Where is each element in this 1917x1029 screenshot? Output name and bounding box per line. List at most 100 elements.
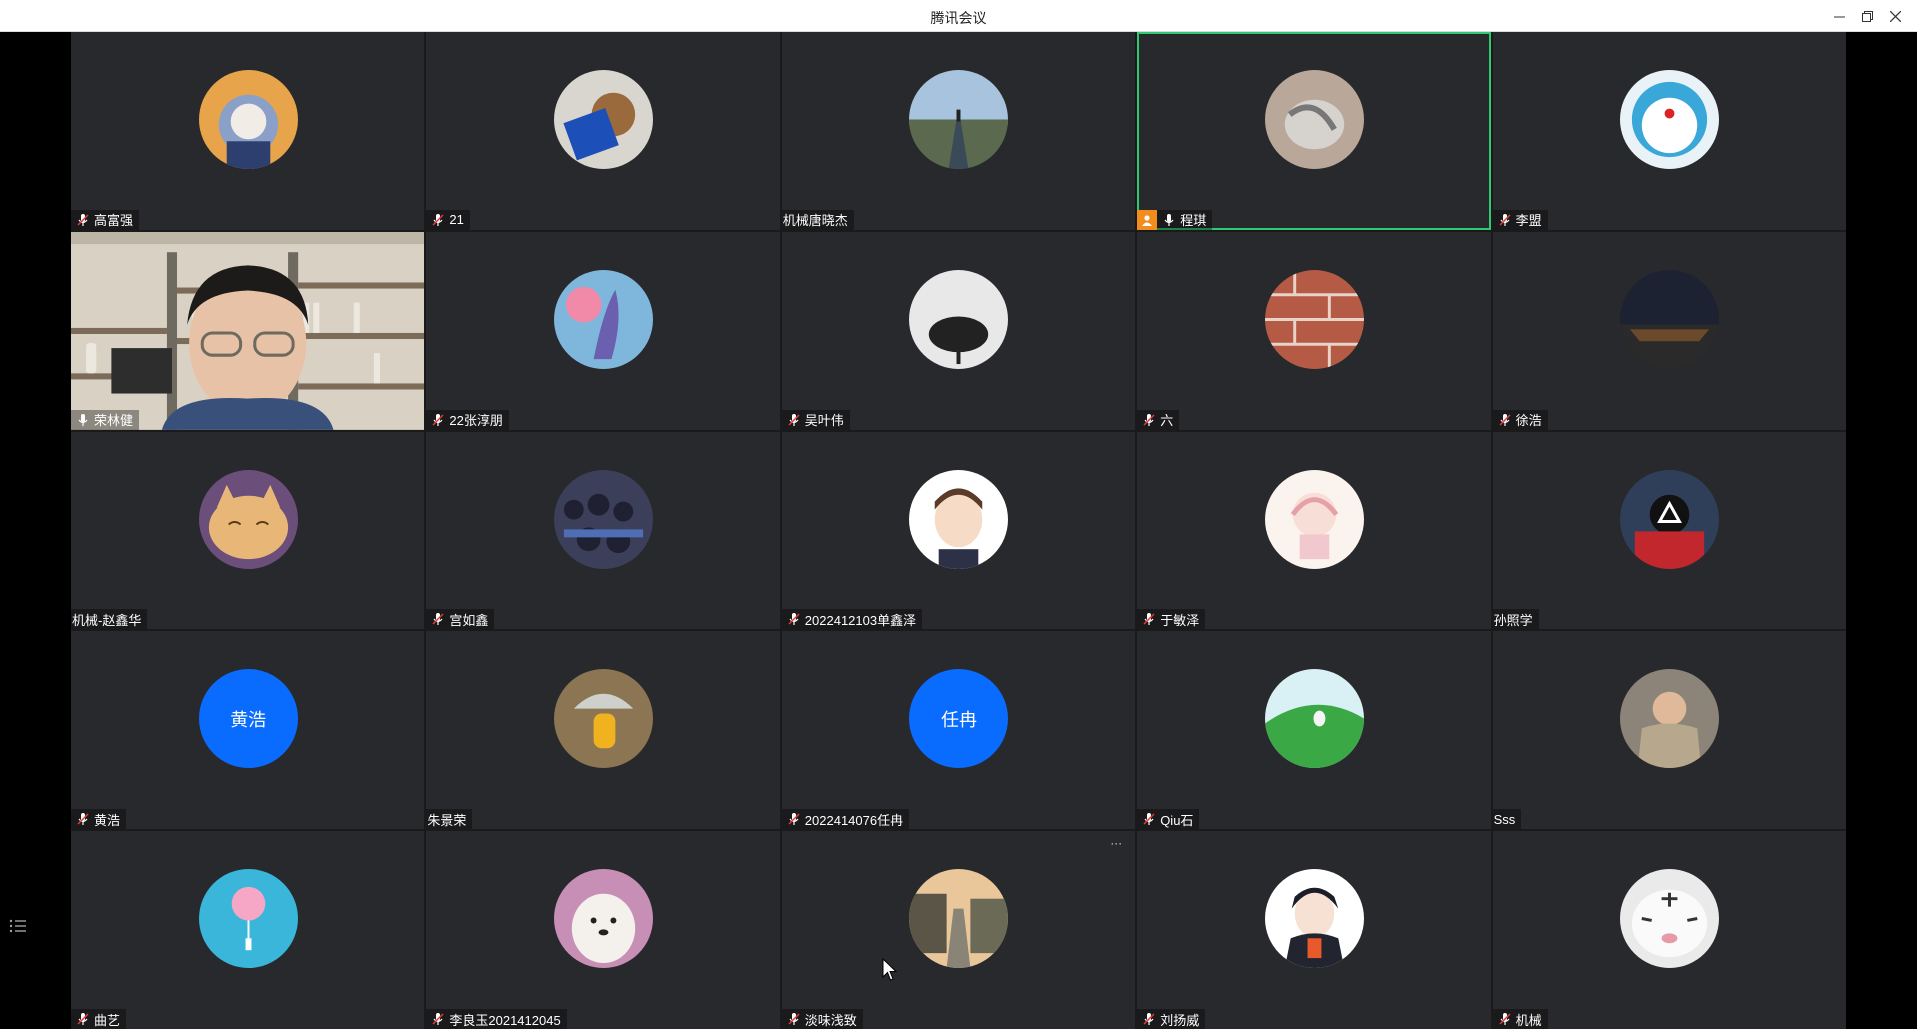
participant-name-bar: 李盟 — [1492, 209, 1548, 230]
more-options-button[interactable]: ··· — [1107, 837, 1125, 851]
avatar — [1264, 70, 1364, 169]
participant-tile[interactable]: 吴叶伟 — [781, 231, 1136, 430]
participant-name-bar: 荣林健 — [71, 409, 140, 430]
participant-list-icon[interactable] — [9, 918, 27, 934]
participant-name-bar: 曲艺 — [71, 1009, 127, 1029]
avatar — [1620, 869, 1720, 969]
participant-name-bar: 21 — [426, 209, 470, 230]
avatar — [1620, 469, 1720, 569]
participant-name: 于敏泽 — [1160, 612, 1200, 628]
text-avatar: 黄浩 — [198, 669, 298, 769]
participant-name: 机械 — [1515, 1012, 1542, 1028]
participant-name-bar: 2022414076任冉 — [781, 809, 910, 830]
participant-name: 黄浩 — [94, 812, 121, 828]
participant-tile[interactable]: Qiu石 — [1137, 631, 1491, 830]
participant-tile[interactable]: 荣林健 — [71, 231, 425, 430]
video-grid: 高富强 21 机械唐晓杰 程琪 李盟荣林健 22张淳朋 吴叶伟 六 徐浩机械-赵鑫华 宫如鑫 202… — [71, 32, 1846, 1029]
microphone-muted-icon[interactable] — [787, 1012, 801, 1026]
mouse-cursor-icon — [882, 958, 898, 981]
microphone-icon[interactable] — [1162, 213, 1176, 227]
participant-name: 荣林健 — [94, 413, 134, 429]
participant-tile[interactable]: 宫如鑫 — [426, 431, 780, 630]
participant-name-bar: Qiu石 — [1137, 809, 1200, 830]
participant-tile[interactable]: 21 — [426, 32, 780, 230]
microphone-muted-icon[interactable] — [431, 612, 445, 626]
participant-name: 2022412103单鑫泽 — [804, 612, 917, 628]
participant-name: 刘扬威 — [1160, 1012, 1200, 1028]
microphone-muted-icon[interactable] — [1142, 812, 1156, 826]
participant-tile[interactable]: 机械 — [1492, 831, 1846, 1029]
participant-name-bar: 2022412103单鑫泽 — [781, 609, 923, 630]
participant-tile[interactable]: 李盟 — [1492, 32, 1846, 230]
microphone-muted-icon[interactable] — [76, 1012, 90, 1026]
microphone-muted-icon[interactable] — [1142, 612, 1156, 626]
participant-name-bar: 高富强 — [71, 209, 140, 230]
avatar — [198, 70, 298, 169]
participant-tile[interactable]: Sss — [1492, 631, 1846, 830]
microphone-muted-icon[interactable] — [787, 812, 801, 826]
avatar — [909, 269, 1009, 369]
participant-tile[interactable]: 李良玉2021412045 — [426, 831, 780, 1029]
participant-tile[interactable]: 2022412103单鑫泽 — [781, 431, 1136, 630]
microphone-muted-icon[interactable] — [1142, 413, 1156, 427]
participant-name-bar: 孙照学 — [1492, 609, 1539, 630]
participant-tile[interactable]: 徐浩 — [1492, 231, 1846, 430]
microphone-muted-icon[interactable] — [431, 213, 445, 227]
microphone-muted-icon[interactable] — [787, 612, 801, 626]
participant-name-bar: 朱景荣 — [426, 809, 473, 830]
participant-tile[interactable]: 六 — [1137, 231, 1491, 430]
participant-tile[interactable]: 机械唐晓杰 — [781, 32, 1136, 230]
participant-name-bar: Sss — [1492, 809, 1522, 830]
microphone-muted-icon[interactable] — [76, 213, 90, 227]
microphone-muted-icon[interactable] — [431, 1012, 445, 1026]
avatar — [909, 469, 1009, 569]
participant-tile[interactable]: 任冉 2022414076任冉 — [781, 631, 1136, 830]
minimize-button[interactable] — [1825, 4, 1853, 28]
participant-name: 淡味浅致 — [804, 1012, 857, 1028]
participant-tile[interactable]: 22张淳朋 — [426, 231, 780, 430]
microphone-muted-icon[interactable] — [1498, 1012, 1512, 1026]
avatar — [554, 269, 654, 369]
participant-name: 六 — [1160, 413, 1174, 429]
participant-tile[interactable]: 机械-赵鑫华 — [71, 431, 425, 630]
microphone-muted-icon[interactable] — [1498, 413, 1512, 427]
participant-name: 孙照学 — [1493, 612, 1533, 628]
microphone-muted-icon[interactable] — [1142, 1012, 1156, 1026]
participant-name-bar: 于敏泽 — [1137, 609, 1206, 630]
participant-tile[interactable]: 于敏泽 — [1137, 431, 1491, 630]
participant-name: 22张淳朋 — [449, 413, 503, 429]
close-button[interactable] — [1881, 4, 1909, 28]
participant-name: Sss — [1493, 811, 1516, 827]
participant-name: 宫如鑫 — [449, 612, 489, 628]
participant-tile[interactable]: 孙照学 — [1492, 431, 1846, 630]
avatar — [909, 70, 1009, 169]
participant-name: 曲艺 — [94, 1012, 121, 1028]
window-title: 腾讯会议 — [930, 10, 987, 26]
microphone-muted-icon[interactable] — [431, 413, 445, 427]
participant-tile[interactable]: 曲艺 — [71, 831, 425, 1029]
avatar — [554, 869, 654, 969]
participant-tile[interactable]: 高富强 — [71, 32, 425, 230]
participant-name-bar: 六 — [1137, 409, 1180, 430]
microphone-muted-icon[interactable] — [1498, 213, 1512, 227]
avatar — [198, 869, 298, 969]
microphone-icon[interactable] — [76, 413, 90, 427]
participant-tile[interactable]: 刘扬威 — [1137, 831, 1491, 1029]
participant-name: Qiu石 — [1160, 812, 1194, 828]
participant-name-bar: 淡味浅致 — [781, 1009, 863, 1029]
microphone-muted-icon[interactable] — [76, 812, 90, 826]
participant-tile[interactable]: ··· 淡味浅致 — [781, 831, 1136, 1029]
participant-name-bar: 李良玉2021412045 — [426, 1009, 567, 1029]
participant-name: 2022414076任冉 — [804, 812, 904, 828]
avatar — [1620, 269, 1720, 369]
participant-tile[interactable]: 程琪 — [1137, 32, 1491, 230]
microphone-muted-icon[interactable] — [787, 413, 801, 427]
title-bar: 腾讯会议 — [0, 0, 1917, 32]
participant-name-bar: 机械唐晓杰 — [781, 209, 854, 230]
avatar — [554, 70, 654, 169]
restore-button[interactable] — [1853, 4, 1881, 28]
avatar — [909, 869, 1009, 969]
participant-tile[interactable]: 黄浩 黄浩 — [71, 631, 425, 830]
participant-tile[interactable]: 朱景荣 — [426, 631, 780, 830]
participant-name-bar: 22张淳朋 — [426, 409, 509, 430]
